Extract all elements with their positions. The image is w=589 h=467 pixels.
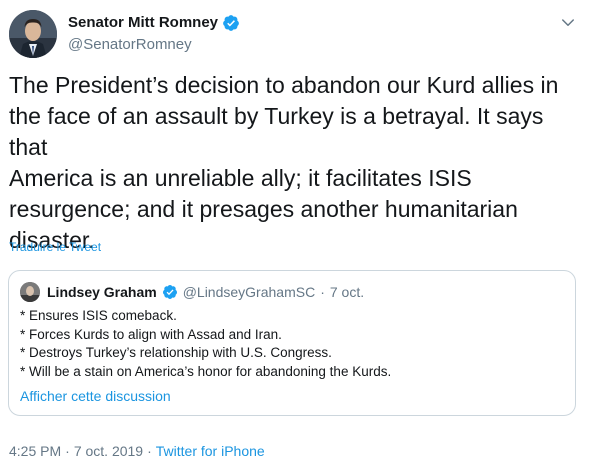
author-handle[interactable]: @SenatorRomney xyxy=(68,35,240,55)
tweet-text: The President’s decision to abandon our … xyxy=(9,72,559,253)
quoted-text-line: * Forces Kurds to align with Assad and I… xyxy=(20,326,282,342)
chevron-down-icon[interactable] xyxy=(559,14,577,32)
quoted-display-name: Lindsey Graham xyxy=(47,284,157,300)
quoted-date: 7 oct. xyxy=(329,284,365,300)
avatar-image xyxy=(9,10,57,58)
tweet-meta: 4:25 PM · 7 oct. 2019 · Twitter for iPho… xyxy=(9,443,265,459)
quoted-handle: @LindseyGrahamSC xyxy=(182,284,316,300)
tweet-card: Senator Mitt Romney @SenatorRomney The P… xyxy=(0,0,589,467)
quoted-text-line: * Ensures ISIS comeback. xyxy=(20,308,177,323)
quoted-author-avatar xyxy=(20,282,40,302)
meta-separator: · xyxy=(65,443,70,459)
quoted-text-line: * Will be a stain on America’s honor for… xyxy=(20,363,392,379)
author-avatar[interactable] xyxy=(9,10,57,58)
quoted-tweet-header: Lindsey Graham @LindseyGrahamSC · 7 oct. xyxy=(20,282,364,302)
quoted-avatar-image xyxy=(20,282,40,302)
quoted-tweet-text: * Ensures ISIS comeback. * Forces Kurds … xyxy=(20,307,391,381)
verified-badge-icon xyxy=(223,15,239,31)
author-display-name[interactable]: Senator Mitt Romney xyxy=(68,13,218,33)
verified-badge-icon xyxy=(162,285,177,299)
tweet-date[interactable]: 7 oct. 2019 xyxy=(74,443,143,459)
quoted-text-line: * Destroys Turkey’s relationship with U.… xyxy=(20,345,332,360)
translate-tweet-link[interactable]: Traduire le Tweet xyxy=(9,240,101,254)
author-block[interactable]: Senator Mitt Romney @SenatorRomney xyxy=(68,13,240,55)
quoted-separator: · xyxy=(320,284,325,300)
tweet-source-link[interactable]: Twitter for iPhone xyxy=(156,443,265,459)
show-thread-link[interactable]: Afficher cette discussion xyxy=(20,388,171,404)
quoted-tweet[interactable]: Lindsey Graham @LindseyGrahamSC · 7 oct.… xyxy=(8,270,576,416)
meta-separator: · xyxy=(147,443,152,459)
tweet-time[interactable]: 4:25 PM xyxy=(9,443,61,459)
